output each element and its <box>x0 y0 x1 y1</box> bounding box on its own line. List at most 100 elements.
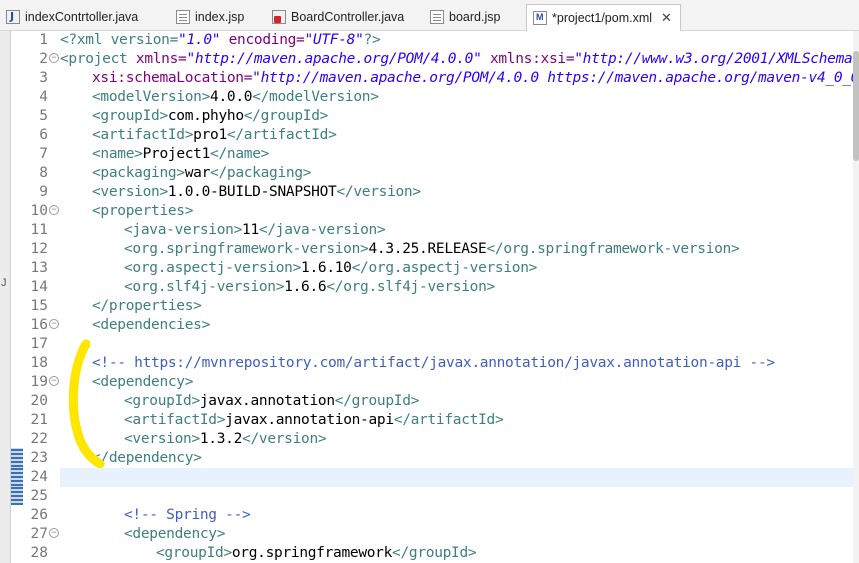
code-editor[interactable]: 1 <?xml version="1.0" encoding="UTF-8"?>… <box>24 31 859 563</box>
code-line: 7 <name>Project1</name> <box>24 145 854 164</box>
line-number: 20 <box>30 393 48 409</box>
code-line: 24 <box>24 468 854 487</box>
code-text: <project xmlns="http://maven.apache.org/… <box>60 51 859 67</box>
line-number: 26 <box>30 507 48 523</box>
code-line: 20 <groupId>javax.annotation</groupId> <box>24 392 854 411</box>
code-line: 14 <org.slf4j-version>1.6.6</org.slf4j-v… <box>24 278 854 297</box>
code-text: <packaging>war</packaging> <box>92 165 312 181</box>
close-icon[interactable]: ✕ <box>661 10 672 26</box>
line-number: 25 <box>30 488 48 504</box>
tab-label: index.jsp <box>195 10 245 24</box>
java-error-file-icon <box>272 10 286 24</box>
line-number: 7 <box>39 146 48 162</box>
code-text: <version>1.0.0-BUILD-SNAPSHOT</version> <box>92 184 421 200</box>
code-line: 17 <box>24 335 854 354</box>
code-line: 26 <!-- Spring --> <box>24 506 854 525</box>
code-text: <groupId>com.phyho</groupId> <box>92 108 329 124</box>
code-text: <org.aspectj-version>1.6.10</org.aspectj… <box>124 260 538 276</box>
line-number: 28 <box>30 545 48 561</box>
line-number: 24 <box>30 469 48 485</box>
line-number: 23 <box>30 450 48 466</box>
jsp-file-icon <box>176 10 190 24</box>
maven-xml-icon <box>533 11 547 25</box>
code-line: 5 <groupId>com.phyho</groupId> <box>24 107 854 126</box>
line-number: 11 <box>30 222 48 238</box>
tab-boardcontroller-java[interactable]: BoardController.java <box>272 4 404 30</box>
code-text: <dependency> <box>124 526 226 542</box>
fold-toggle-icon[interactable] <box>49 528 59 538</box>
line-number: 2 <box>39 51 48 67</box>
line-number: 3 <box>39 70 48 86</box>
code-line: 10 <properties> <box>24 202 854 221</box>
vertical-scrollbar[interactable] <box>853 31 859 563</box>
line-number: 17 <box>30 336 48 352</box>
line-number: 1 <box>39 32 48 48</box>
quick-diff-marker <box>11 486 23 505</box>
left-splitter[interactable]: J <box>0 31 11 563</box>
code-line: 13 <org.aspectj-version>1.6.10</org.aspe… <box>24 259 854 278</box>
tab-label: *project1/pom.xml <box>552 11 653 25</box>
code-text: <modelVersion>4.0.0</modelVersion> <box>92 89 379 105</box>
code-text: <!-- https://mvnrepository.com/artifact/… <box>92 355 775 371</box>
code-text: </properties> <box>92 298 202 314</box>
scrollbar-thumb[interactable] <box>853 51 859 161</box>
code-line: 21 <artifactId>javax.annotation-api</art… <box>24 411 854 430</box>
code-line: 16 <dependencies> <box>24 316 854 335</box>
line-number: 9 <box>39 184 48 200</box>
line-number: 13 <box>30 260 48 276</box>
tab-board-jsp[interactable]: board.jsp <box>430 4 500 30</box>
code-text: <!-- Spring --> <box>124 507 251 523</box>
code-text: <dependencies> <box>92 317 211 333</box>
line-number: 6 <box>39 127 48 143</box>
tab-pom-xml[interactable]: *project1/pom.xml ✕ <box>526 4 681 31</box>
code-line: 11 <java-version>11</java-version> <box>24 221 854 240</box>
code-line: 25 <box>24 487 854 506</box>
line-number: 19 <box>30 374 48 390</box>
code-line: 2 <project xmlns="http://maven.apache.or… <box>24 50 859 69</box>
code-text: <org.springframework-version>4.3.25.RELE… <box>124 241 740 257</box>
code-text: <groupId>javax.annotation</groupId> <box>124 393 420 409</box>
code-line: 8 <packaging>war</packaging> <box>24 164 854 183</box>
tab-indexcontrtoller-java[interactable]: indexContrtoller.java <box>6 4 138 30</box>
code-text: xsi:schemaLocation="http://maven.apache.… <box>92 70 859 86</box>
jsp-file-icon <box>430 10 444 24</box>
code-text: <dependency> <box>92 374 194 390</box>
fold-toggle-icon[interactable] <box>49 53 59 63</box>
code-text: <java-version>11</java-version> <box>124 222 386 238</box>
tab-index-jsp[interactable]: index.jsp <box>176 4 244 30</box>
code-text: <version>1.3.2</version> <box>124 431 327 447</box>
code-line: 23 </dependency> <box>24 449 854 468</box>
editor-tab-bar: indexContrtoller.java index.jsp BoardCon… <box>0 0 859 31</box>
code-line: 1 <?xml version="1.0" encoding="UTF-8"?> <box>24 31 854 50</box>
side-marker: J <box>1 277 7 289</box>
code-text: <properties> <box>92 203 194 219</box>
line-number: 16 <box>30 317 48 333</box>
fold-toggle-icon[interactable] <box>49 205 59 215</box>
code-text: </dependency> <box>92 450 202 466</box>
code-text: <?xml version="1.0" encoding="UTF-8"?> <box>60 32 381 48</box>
fold-toggle-icon[interactable] <box>49 319 59 329</box>
code-line: 22 <version>1.3.2</version> <box>24 430 854 449</box>
line-number: 22 <box>30 431 48 447</box>
line-number: 18 <box>30 355 48 371</box>
code-line: 9 <version>1.0.0-BUILD-SNAPSHOT</version… <box>24 183 854 202</box>
tab-label: BoardController.java <box>291 10 405 24</box>
code-line: 4 <modelVersion>4.0.0</modelVersion> <box>24 88 854 107</box>
code-line: 3 xsi:schemaLocation="http://maven.apach… <box>24 69 859 88</box>
fold-toggle-icon[interactable] <box>49 376 59 386</box>
tab-label: indexContrtoller.java <box>25 10 139 24</box>
line-number: 15 <box>30 298 48 314</box>
line-number: 10 <box>30 203 48 219</box>
code-text: <groupId>org.springframework</groupId> <box>156 545 477 561</box>
code-line: 27 <dependency> <box>24 525 854 544</box>
code-line: 28 <groupId>org.springframework</groupId… <box>24 544 854 563</box>
code-line: 18 <!-- https://mvnrepository.com/artifa… <box>24 354 854 373</box>
code-line: 6 <artifactId>pro1</artifactId> <box>24 126 854 145</box>
line-number: 12 <box>30 241 48 257</box>
code-text: <artifactId>javax.annotation-api</artifa… <box>124 412 504 428</box>
line-number: 21 <box>30 412 48 428</box>
tab-label: board.jsp <box>449 10 501 24</box>
code-line: 19 <dependency> <box>24 373 854 392</box>
code-line: 15 </properties> <box>24 297 854 316</box>
line-number: 27 <box>30 526 48 542</box>
